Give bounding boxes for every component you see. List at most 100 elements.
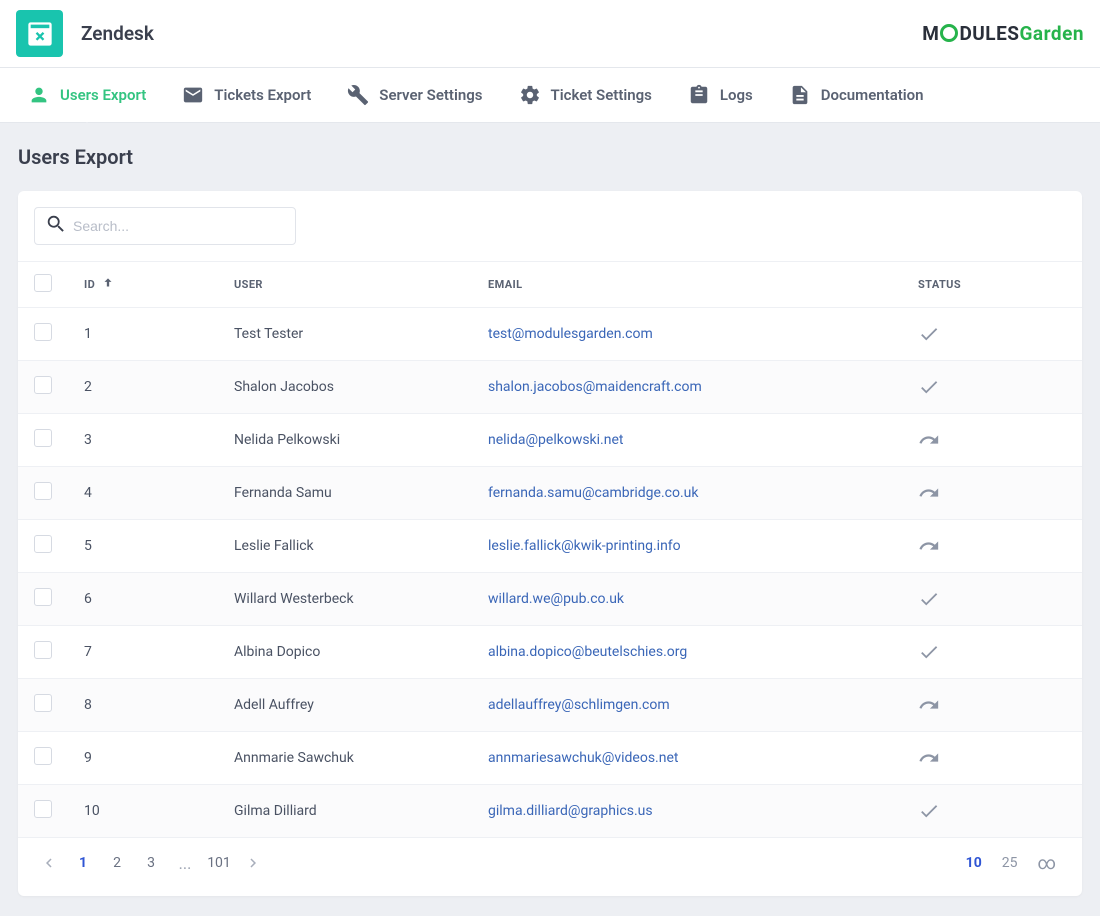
search-input[interactable] xyxy=(73,218,285,234)
cell-email: shalon.jacobos@maidencraft.com xyxy=(472,361,902,414)
col-header-status[interactable]: STATUS xyxy=(902,262,1082,308)
cell-email: albina.dopico@beutelschies.org xyxy=(472,626,902,679)
cell-user: Fernanda Samu xyxy=(218,467,472,520)
cell-id: 9 xyxy=(68,732,218,785)
cell-email: leslie.fallick@kwik-printing.info xyxy=(472,520,902,573)
page-size-selector: 10 25 ∞ xyxy=(966,853,1066,874)
pagination-page-1[interactable]: 1 xyxy=(68,848,98,878)
arrow-up-icon xyxy=(101,276,115,293)
cell-user: Adell Auffrey xyxy=(218,679,472,732)
globe-icon xyxy=(940,24,958,42)
email-link[interactable]: leslie.fallick@kwik-printing.info xyxy=(488,538,681,554)
pagination-ellipsis: ... xyxy=(170,854,200,873)
email-link[interactable]: annmariesawchuk@videos.net xyxy=(488,750,678,766)
col-header-email[interactable]: EMAIL xyxy=(472,262,902,308)
row-checkbox[interactable] xyxy=(34,376,52,394)
users-table: ID USER EMAIL STATUS 1Test Tester test@mo… xyxy=(18,261,1082,838)
email-link[interactable]: albina.dopico@beutelschies.org xyxy=(488,644,687,660)
check-icon xyxy=(918,641,1066,663)
select-all-checkbox[interactable] xyxy=(34,274,52,292)
email-link[interactable]: nelida@pelkowski.net xyxy=(488,432,624,448)
row-checkbox[interactable] xyxy=(34,588,52,606)
row-checkbox[interactable] xyxy=(34,323,52,341)
row-checkbox[interactable] xyxy=(34,800,52,818)
row-checkbox[interactable] xyxy=(34,747,52,765)
refresh-icon xyxy=(918,747,1066,769)
app-logo xyxy=(16,10,63,57)
brand-logo[interactable]: MDULESGarden xyxy=(922,22,1084,45)
nav-item-ticket-settings[interactable]: Ticket Settings xyxy=(501,68,670,122)
email-link[interactable]: willard.we@pub.co.uk xyxy=(488,591,624,607)
pagination-next[interactable] xyxy=(238,848,268,878)
cell-id: 8 xyxy=(68,679,218,732)
nav-item-tickets-export[interactable]: Tickets Export xyxy=(164,68,329,122)
row-checkbox[interactable] xyxy=(34,429,52,447)
refresh-icon xyxy=(918,694,1066,716)
row-checkbox[interactable] xyxy=(34,535,52,553)
col-header-id[interactable]: ID xyxy=(68,262,218,308)
refresh-icon xyxy=(918,482,1066,504)
cell-id: 3 xyxy=(68,414,218,467)
cell-user: Willard Westerbeck xyxy=(218,573,472,626)
pagination-page-101[interactable]: 101 xyxy=(204,848,234,878)
table-row: 10Gilma Dilliardgilma.dilliard@graphics.… xyxy=(18,785,1082,838)
nav-label: Documentation xyxy=(821,86,924,104)
nav-label: Users Export xyxy=(60,86,146,104)
cell-email: nelida@pelkowski.net xyxy=(472,414,902,467)
email-link[interactable]: adellauffrey@schlimgen.com xyxy=(488,697,670,713)
pagination-page-3[interactable]: 3 xyxy=(136,848,166,878)
check-icon xyxy=(918,323,1066,345)
cell-user: Test Tester xyxy=(218,308,472,361)
pagination-prev[interactable] xyxy=(34,848,64,878)
nav-item-logs[interactable]: Logs xyxy=(670,68,771,122)
wrench-icon xyxy=(347,84,369,106)
col-header-user[interactable]: USER xyxy=(218,262,472,308)
table-row: 5Leslie Fallick leslie.fallick@kwik-print… xyxy=(18,520,1082,573)
page-size-10[interactable]: 10 xyxy=(966,855,982,871)
nav-item-users-export[interactable]: Users Export xyxy=(10,68,164,122)
cell-email: willard.we@pub.co.uk xyxy=(472,573,902,626)
table-footer: 123...101 10 25 ∞ xyxy=(18,838,1082,890)
cell-id: 1 xyxy=(68,308,218,361)
cell-user: Albina Dopico xyxy=(218,626,472,679)
check-icon xyxy=(918,800,1066,822)
cell-id: 2 xyxy=(68,361,218,414)
topbar: Zendesk MDULESGarden xyxy=(0,0,1100,68)
table-row: 2Shalon Jacobos shalon.jacobos@maidencraf… xyxy=(18,361,1082,414)
page-title: Users Export xyxy=(18,145,1082,169)
search-box[interactable] xyxy=(34,207,296,245)
cell-email: fernanda.samu@cambridge.co.uk xyxy=(472,467,902,520)
nav-label: Ticket Settings xyxy=(551,86,652,104)
email-link[interactable]: shalon.jacobos@maidencraft.com xyxy=(488,379,702,395)
refresh-icon xyxy=(918,535,1066,557)
page-size-25[interactable]: 25 xyxy=(1002,855,1018,871)
row-checkbox[interactable] xyxy=(34,482,52,500)
email-link[interactable]: test@modulesgarden.com xyxy=(488,326,653,342)
row-checkbox[interactable] xyxy=(34,694,52,712)
table-row: 3Nelida Pelkowski nelida@pelkowski.net xyxy=(18,414,1082,467)
cell-id: 10 xyxy=(68,785,218,838)
gear-icon xyxy=(519,84,541,106)
refresh-icon xyxy=(918,429,1066,451)
user-icon xyxy=(28,84,50,106)
nav-item-server-settings[interactable]: Server Settings xyxy=(329,68,500,122)
row-checkbox[interactable] xyxy=(34,641,52,659)
cell-user: Annmarie Sawchuk xyxy=(218,732,472,785)
cell-id: 5 xyxy=(68,520,218,573)
cell-user: Nelida Pelkowski xyxy=(218,414,472,467)
app-title: Zendesk xyxy=(81,22,154,45)
page-size-all[interactable]: ∞ xyxy=(1037,853,1056,874)
page-body: Users Export ID USER EMA xyxy=(0,123,1100,916)
cell-user: Leslie Fallick xyxy=(218,520,472,573)
cell-email: annmariesawchuk@videos.net xyxy=(472,732,902,785)
cell-user: Shalon Jacobos xyxy=(218,361,472,414)
nav-item-documentation[interactable]: Documentation xyxy=(771,68,942,122)
email-link[interactable]: gilma.dilliard@graphics.us xyxy=(488,803,653,819)
email-link[interactable]: fernanda.samu@cambridge.co.uk xyxy=(488,485,698,501)
pagination-page-2[interactable]: 2 xyxy=(102,848,132,878)
search-icon xyxy=(45,213,73,239)
table-row: 8Adell Auffrey adellauffrey@schlimgen.com xyxy=(18,679,1082,732)
mail-icon xyxy=(182,84,204,106)
nav-label: Server Settings xyxy=(379,86,482,104)
document-icon xyxy=(789,84,811,106)
